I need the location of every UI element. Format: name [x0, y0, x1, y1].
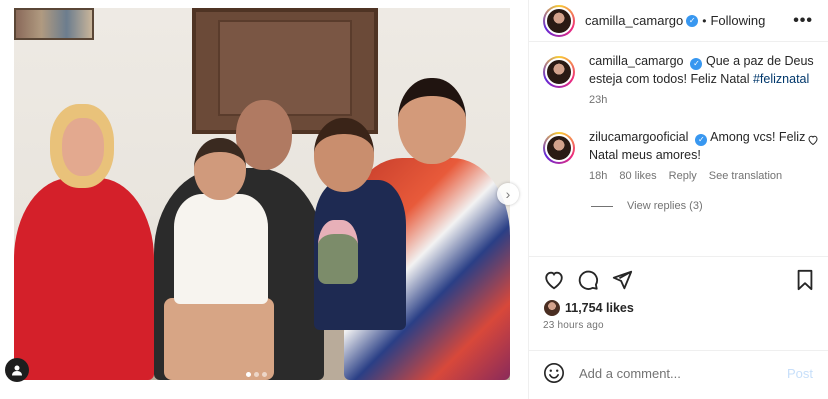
heart-icon[interactable]: [807, 134, 819, 146]
next-photo-button[interactable]: ›: [497, 183, 519, 205]
emoji-icon[interactable]: [543, 362, 565, 384]
comment-likes[interactable]: 80 likes: [619, 170, 656, 182]
comment-composer: Post: [529, 350, 828, 395]
liker-avatar: [543, 299, 561, 317]
more-options-icon[interactable]: •••: [793, 12, 813, 30]
commenter-username[interactable]: zilucamargooficial: [589, 130, 688, 144]
avatar-image: [545, 58, 573, 86]
comment-text-block: zilucamargooficial ✓ Among vcs! Feliz Nat…: [589, 128, 815, 164]
comment-icon[interactable]: [577, 269, 599, 291]
post-sidebar: camilla_camargo ✓ • Following ••• camill…: [528, 0, 828, 399]
comment-time: 18h: [589, 170, 608, 182]
post-comment-button[interactable]: Post: [787, 366, 813, 381]
verified-badge-icon: ✓: [695, 134, 708, 146]
action-icons: [543, 269, 633, 291]
avatar-image: [545, 134, 573, 162]
comment-item: zilucamargooficial ✓ Among vcs! Feliz Nat…: [529, 128, 828, 182]
action-bar: 11,754 likes 23 hours ago: [529, 256, 828, 352]
following-button[interactable]: Following: [710, 13, 765, 28]
verified-badge-icon: ✓: [686, 14, 699, 27]
photo-person-1: [14, 178, 154, 380]
caption-meta: 23h: [589, 94, 815, 106]
photo-person-1-face: [62, 118, 104, 176]
media-viewer: ›: [0, 0, 528, 399]
author-avatar[interactable]: [543, 4, 575, 37]
author-username[interactable]: camilla_camargo: [585, 13, 683, 28]
chevron-right-icon: ›: [505, 186, 511, 202]
likes-count[interactable]: 11,754 likes: [565, 301, 634, 315]
reply-button[interactable]: Reply: [669, 170, 697, 182]
avatar-image: [545, 6, 573, 35]
caption-body: camilla_camargo ✓ Que a paz de Deus estej…: [589, 52, 815, 106]
carousel-dot: [262, 372, 267, 377]
carousel-dot: [246, 372, 251, 377]
heart-icon[interactable]: [543, 269, 565, 291]
photo-window-panel: [218, 20, 352, 116]
see-translation-button[interactable]: See translation: [709, 170, 782, 182]
photo-person-3-head: [194, 138, 246, 200]
caption-username[interactable]: camilla_camargo: [589, 54, 683, 68]
share-icon[interactable]: [611, 269, 633, 291]
caption-time: 23h: [589, 94, 608, 106]
likes-row[interactable]: 11,754 likes: [543, 299, 634, 317]
header-separator: •: [702, 13, 707, 28]
carousel-dot: [254, 372, 259, 377]
commenter-avatar[interactable]: [543, 132, 575, 164]
post-photo[interactable]: [14, 8, 510, 380]
photo-person-3-legs: [164, 298, 274, 380]
view-replies-label: View replies (3): [627, 200, 703, 212]
comment-input[interactable]: [579, 365, 779, 381]
caption-item: camilla_camargo ✓ Que a paz de Deus estej…: [529, 52, 828, 106]
view-replies-line: [591, 205, 613, 207]
post-header: camilla_camargo ✓ • Following •••: [529, 0, 828, 42]
photo-doll: [318, 220, 358, 284]
post-timestamp: 23 hours ago: [543, 320, 604, 331]
photo-person-5-head: [398, 78, 466, 164]
carousel-dots: [246, 372, 267, 377]
caption-avatar[interactable]: [543, 56, 575, 88]
bookmark-icon[interactable]: [795, 269, 815, 291]
caption-text-block: camilla_camargo ✓ Que a paz de Deus estej…: [589, 52, 815, 88]
photo-wall-frame: [14, 8, 94, 40]
user-tag-icon: [12, 365, 22, 376]
comment-meta: 18h 80 likes Reply See translation: [589, 170, 815, 182]
comments-list: camilla_camargo ✓ Que a paz de Deus estej…: [529, 52, 828, 212]
caption-hashtag[interactable]: #feliznatal: [753, 72, 809, 86]
comment-body: zilucamargooficial ✓ Among vcs! Feliz Nat…: [589, 128, 815, 182]
photo-person-4-head: [314, 118, 374, 192]
view-replies-button[interactable]: View replies (3): [591, 200, 828, 212]
photo-person-3: [174, 194, 268, 304]
verified-badge-icon: ✓: [690, 58, 703, 70]
tagged-users-button[interactable]: [5, 358, 29, 382]
